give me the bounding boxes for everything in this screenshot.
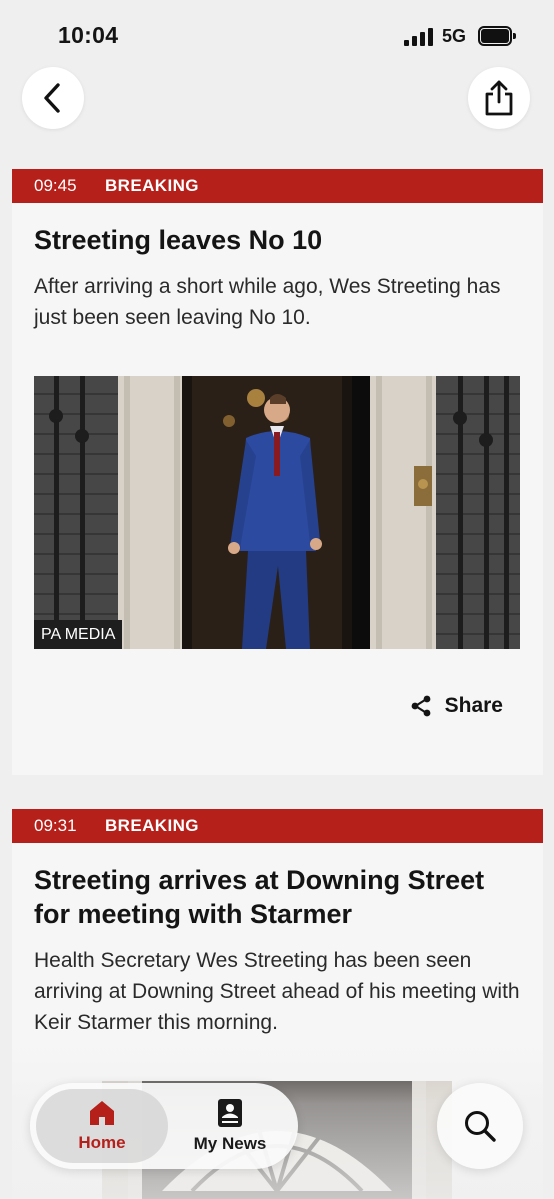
- post-photo[interactable]: PA MEDIA: [34, 376, 520, 649]
- tab-bar: Home My News: [30, 1083, 298, 1169]
- tab-home-label: Home: [78, 1133, 126, 1152]
- tab-my-news-label: My News: [193, 1134, 267, 1153]
- status-time: 10:04: [58, 22, 119, 48]
- post-header: 09:45 BREAKING: [12, 169, 543, 203]
- share-button[interactable]: Share: [409, 694, 503, 718]
- breaking-label: BREAKING: [105, 176, 199, 195]
- breaking-label: BREAKING: [105, 816, 199, 835]
- my-news-icon: [218, 1099, 242, 1127]
- post-header: 09:31 BREAKING: [12, 809, 543, 843]
- post-body: After arriving a short while ago, Wes St…: [34, 275, 501, 329]
- post-time: 09:31: [34, 816, 77, 835]
- network-type: 5G: [442, 26, 467, 46]
- search-button[interactable]: [437, 1083, 523, 1169]
- image-credit: PA MEDIA: [34, 620, 123, 649]
- status-bar: 10:04 5G: [0, 0, 554, 70]
- post-title: Streeting leaves No 10: [34, 225, 323, 255]
- search-icon: [465, 1111, 496, 1142]
- signal-strength-icon: [404, 28, 434, 46]
- share-upload-icon: [485, 80, 513, 116]
- share-label: Share: [444, 694, 503, 717]
- home-icon: [90, 1101, 114, 1125]
- tab-my-news[interactable]: My News: [168, 1083, 292, 1169]
- tab-home[interactable]: Home: [36, 1083, 168, 1169]
- back-button[interactable]: [22, 67, 84, 129]
- live-post-card: 09:45 BREAKING Streeting leaves No 10 Af…: [12, 169, 543, 775]
- share-nodes-icon: [411, 695, 431, 717]
- post-time: 09:45: [34, 176, 77, 195]
- post-title: Streeting arrives at Downing Street for …: [34, 865, 485, 929]
- photo-illustration: [34, 376, 520, 649]
- post-body: Health Secretary Wes Streeting has been …: [34, 949, 520, 1034]
- battery-icon: [478, 26, 516, 46]
- share-page-button[interactable]: [468, 67, 530, 129]
- chevron-left-icon: [44, 83, 60, 113]
